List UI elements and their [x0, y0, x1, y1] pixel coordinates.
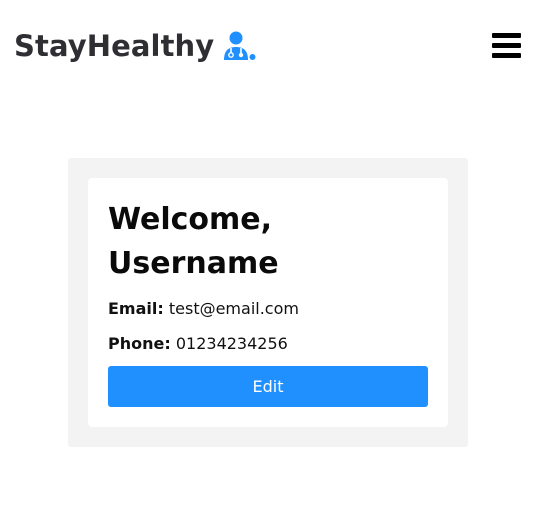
hamburger-bar: [492, 33, 521, 38]
hamburger-bar: [492, 43, 521, 48]
navbar: StayHealthy: [0, 0, 536, 92]
edit-button[interactable]: Edit: [108, 366, 428, 407]
brand-name: StayHealthy: [14, 29, 215, 63]
doctor-icon: [224, 31, 256, 60]
profile-card: Welcome, Username Email: test@email.com …: [88, 178, 448, 427]
hamburger-menu-icon[interactable]: [492, 33, 522, 59]
email-label: Email:: [108, 299, 164, 318]
welcome-greeting: Welcome,: [108, 202, 273, 237]
phone-row: Phone: 01234234256: [108, 334, 288, 354]
profile-container: Welcome, Username Email: test@email.com …: [68, 158, 468, 447]
phone-value: 01234234256: [175, 334, 288, 353]
hamburger-bar: [492, 53, 521, 58]
email-value: test@email.com: [168, 299, 299, 318]
email-row: Email: test@email.com: [108, 299, 299, 319]
brand-logo-link[interactable]: StayHealthy: [14, 26, 256, 66]
phone-label: Phone:: [108, 334, 171, 353]
welcome-heading: Welcome, Username: [108, 198, 428, 286]
welcome-username: Username: [108, 246, 279, 281]
